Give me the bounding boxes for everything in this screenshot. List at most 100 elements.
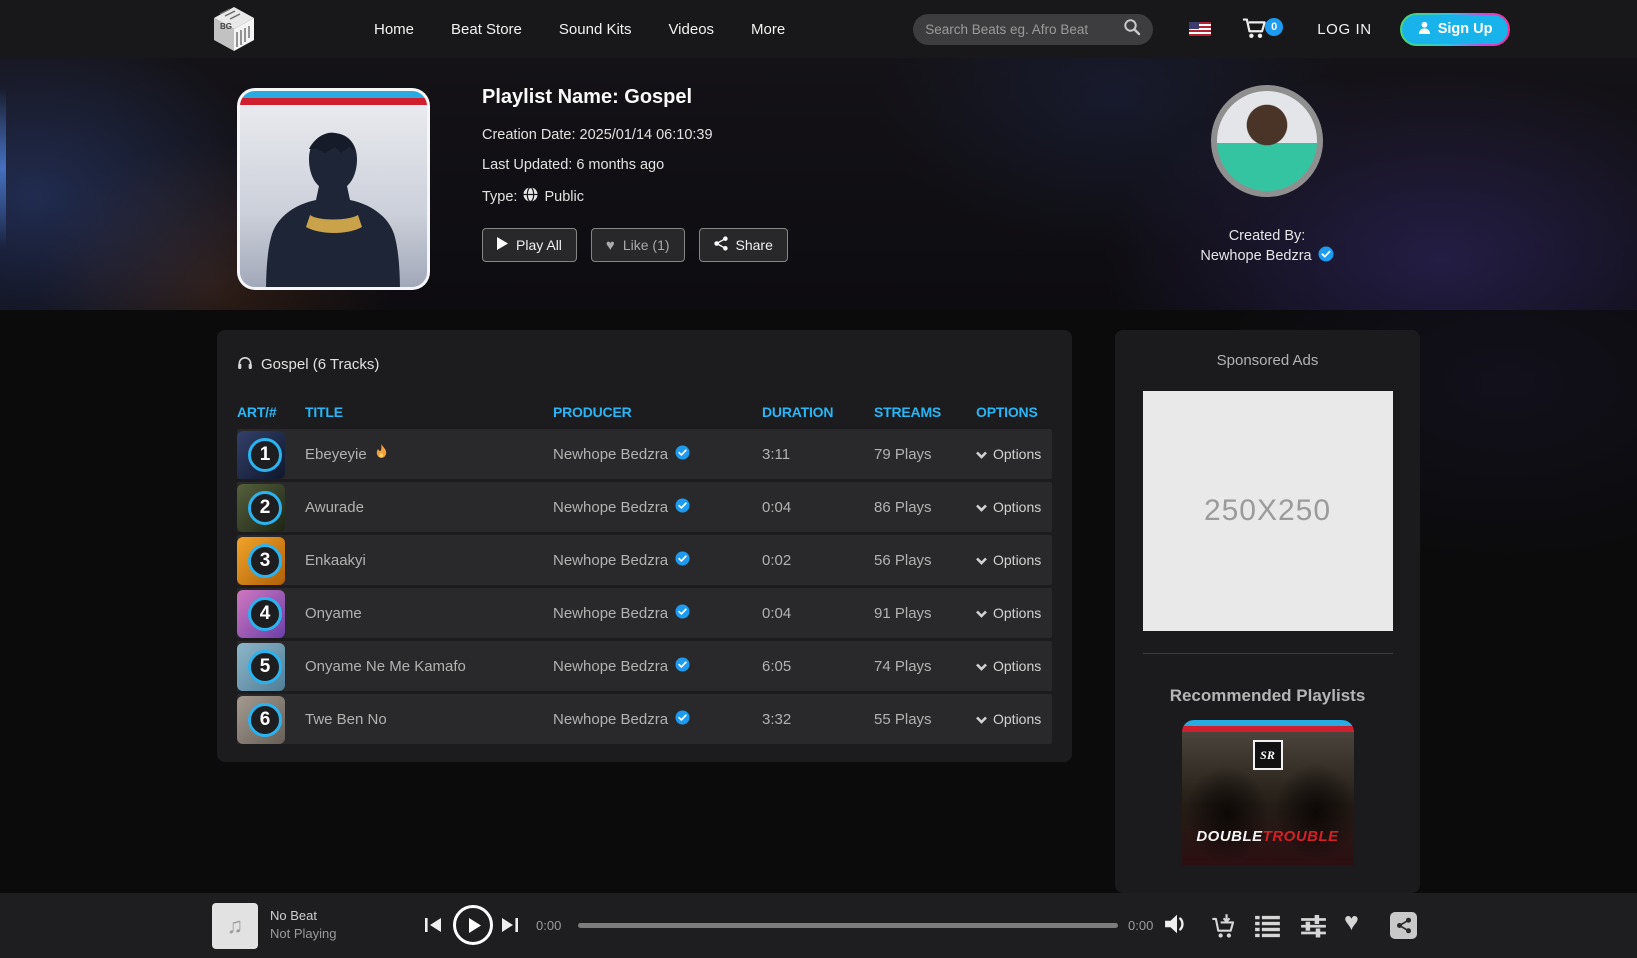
like-label: Like (1) (623, 237, 670, 253)
cover-red-stripe (240, 98, 427, 105)
track-streams: 74 Plays (874, 658, 976, 675)
search-icon[interactable] (1123, 18, 1141, 41)
ad-placeholder-label: 250X250 (1204, 494, 1331, 528)
track-streams: 86 Plays (874, 499, 976, 516)
verified-badge-icon (675, 657, 690, 676)
nav-link-beat-store[interactable]: Beat Store (451, 21, 522, 38)
signup-button[interactable]: Sign Up (1400, 13, 1511, 46)
track-duration: 6:05 (762, 658, 874, 675)
options-label: Options (993, 552, 1041, 568)
track-options-button[interactable]: Options (976, 499, 1052, 515)
track-options-button[interactable]: Options (976, 446, 1052, 462)
track-rows: 1 Ebeyeyie Newhope Bedzra 3:11 79 Plays … (237, 429, 1052, 744)
track-title[interactable]: Twe Ben No (305, 711, 387, 728)
queue-icon[interactable] (1254, 913, 1281, 944)
search-input[interactable] (925, 22, 1123, 37)
track-number: 2 (248, 491, 282, 525)
next-track-button[interactable] (500, 916, 519, 939)
login-link[interactable]: LOG IN (1317, 21, 1371, 38)
track-duration: 0:04 (762, 499, 874, 516)
signup-label: Sign Up (1438, 21, 1493, 37)
track-producer[interactable]: Newhope Bedzra (553, 711, 668, 728)
chevron-down-icon (976, 711, 987, 727)
volume-icon[interactable] (1164, 913, 1190, 940)
track-art-thumbnail[interactable]: 6 (237, 696, 285, 744)
player-share-icon[interactable] (1390, 912, 1417, 939)
tracklist-heading-label: Gospel (6 Tracks) (261, 356, 379, 373)
play-all-button[interactable]: Play All (482, 228, 577, 262)
remaining-time: 0:00 (1128, 918, 1153, 933)
favorite-icon[interactable]: ♥ (1344, 910, 1359, 935)
equalizer-icon[interactable] (1300, 913, 1327, 944)
like-button[interactable]: ♥ Like (1) (591, 228, 685, 262)
nav-link-more[interactable]: More (751, 21, 785, 38)
track-art-thumbnail[interactable]: 3 (237, 537, 285, 585)
player-bar: ♫ No Beat Not Playing 0:00 0:00 ♥ (0, 893, 1637, 958)
track-number: 4 (248, 597, 282, 631)
navbar: BG Home Beat Store Sound Kits Videos Mor… (0, 0, 1637, 58)
track-row[interactable]: 2 Awurade Newhope Bedzra 0:04 86 Plays O… (237, 482, 1052, 532)
player-track-status: Not Playing (270, 925, 336, 943)
album-title-white: DOUBLE (1196, 828, 1262, 845)
cart-button[interactable]: 0 (1241, 16, 1271, 42)
track-row[interactable]: 1 Ebeyeyie Newhope Bedzra 3:11 79 Plays … (237, 429, 1052, 479)
column-header-streams: STREAMS (874, 404, 976, 420)
share-button[interactable]: Share (699, 228, 788, 262)
us-flag-icon[interactable] (1189, 22, 1211, 36)
verified-badge-icon (675, 445, 690, 464)
track-producer[interactable]: Newhope Bedzra (553, 552, 668, 569)
chevron-down-icon (976, 658, 987, 674)
track-art-thumbnail[interactable]: 5 (237, 643, 285, 691)
type-value: Public (544, 189, 584, 205)
track-row[interactable]: 3 Enkaakyi Newhope Bedzra 0:02 56 Plays … (237, 535, 1052, 585)
track-title[interactable]: Onyame (305, 605, 362, 622)
sidebar: Sponsored Ads 250X250 Recommended Playli… (1115, 330, 1420, 893)
svg-text:BG: BG (220, 22, 232, 31)
track-number: 3 (248, 544, 282, 578)
nav-link-sound-kits[interactable]: Sound Kits (559, 21, 632, 38)
cover-blue-stripe (240, 91, 427, 98)
person-icon (1418, 21, 1431, 38)
track-row[interactable]: 5 Onyame Ne Me Kamafo Newhope Bedzra 6:0… (237, 641, 1052, 691)
track-options-button[interactable]: Options (976, 552, 1052, 568)
track-art-thumbnail[interactable]: 2 (237, 484, 285, 532)
creator-name[interactable]: Newhope Bedzra (1200, 248, 1311, 264)
table-header-row: ART/# TITLE PRODUCER DURATION STREAMS OP… (237, 404, 1052, 420)
column-header-duration: DURATION (762, 404, 874, 420)
play-button[interactable] (453, 905, 493, 945)
add-to-cart-icon[interactable] (1210, 913, 1236, 944)
track-title[interactable]: Onyame Ne Me Kamafo (305, 658, 466, 675)
nav-link-videos[interactable]: Videos (668, 21, 714, 38)
previous-track-button[interactable] (424, 916, 443, 939)
playlist-title: Playlist Name: Gospel (482, 86, 788, 109)
track-art-thumbnail[interactable]: 4 (237, 590, 285, 638)
track-row[interactable]: 6 Twe Ben No Newhope Bedzra 3:32 55 Play… (237, 694, 1052, 744)
track-title[interactable]: Awurade (305, 499, 364, 516)
track-row[interactable]: 4 Onyame Newhope Bedzra 0:04 91 Plays Op… (237, 588, 1052, 638)
music-note-icon: ♫ (227, 913, 244, 939)
track-producer[interactable]: Newhope Bedzra (553, 446, 668, 463)
cart-icon (1241, 16, 1267, 40)
player-track-info: No Beat Not Playing (270, 907, 336, 943)
chevron-down-icon (976, 446, 987, 462)
track-options-button[interactable]: Options (976, 605, 1052, 621)
creator-avatar[interactable] (1211, 85, 1323, 197)
track-options-button[interactable]: Options (976, 658, 1052, 674)
tracklist-heading: Gospel (6 Tracks) (237, 354, 1052, 374)
verified-badge-icon (675, 551, 690, 570)
recommended-playlists-title: Recommended Playlists (1115, 686, 1420, 706)
track-title[interactable]: Enkaakyi (305, 552, 366, 569)
ad-placeholder[interactable]: 250X250 (1143, 391, 1393, 631)
track-options-button[interactable]: Options (976, 711, 1052, 727)
seek-bar[interactable] (578, 923, 1118, 928)
recommended-playlist-cover[interactable]: SR DOUBLETROUBLE (1182, 720, 1354, 865)
nav-link-home[interactable]: Home (374, 21, 414, 38)
last-updated: Last Updated: 6 months ago (482, 157, 788, 173)
track-title[interactable]: Ebeyeyie (305, 446, 367, 463)
logo-cube-icon[interactable]: BG (212, 5, 256, 53)
track-producer[interactable]: Newhope Bedzra (553, 605, 668, 622)
track-producer[interactable]: Newhope Bedzra (553, 658, 668, 675)
track-art-thumbnail[interactable]: 1 (237, 431, 285, 479)
track-duration: 3:32 (762, 711, 874, 728)
track-producer[interactable]: Newhope Bedzra (553, 499, 668, 516)
